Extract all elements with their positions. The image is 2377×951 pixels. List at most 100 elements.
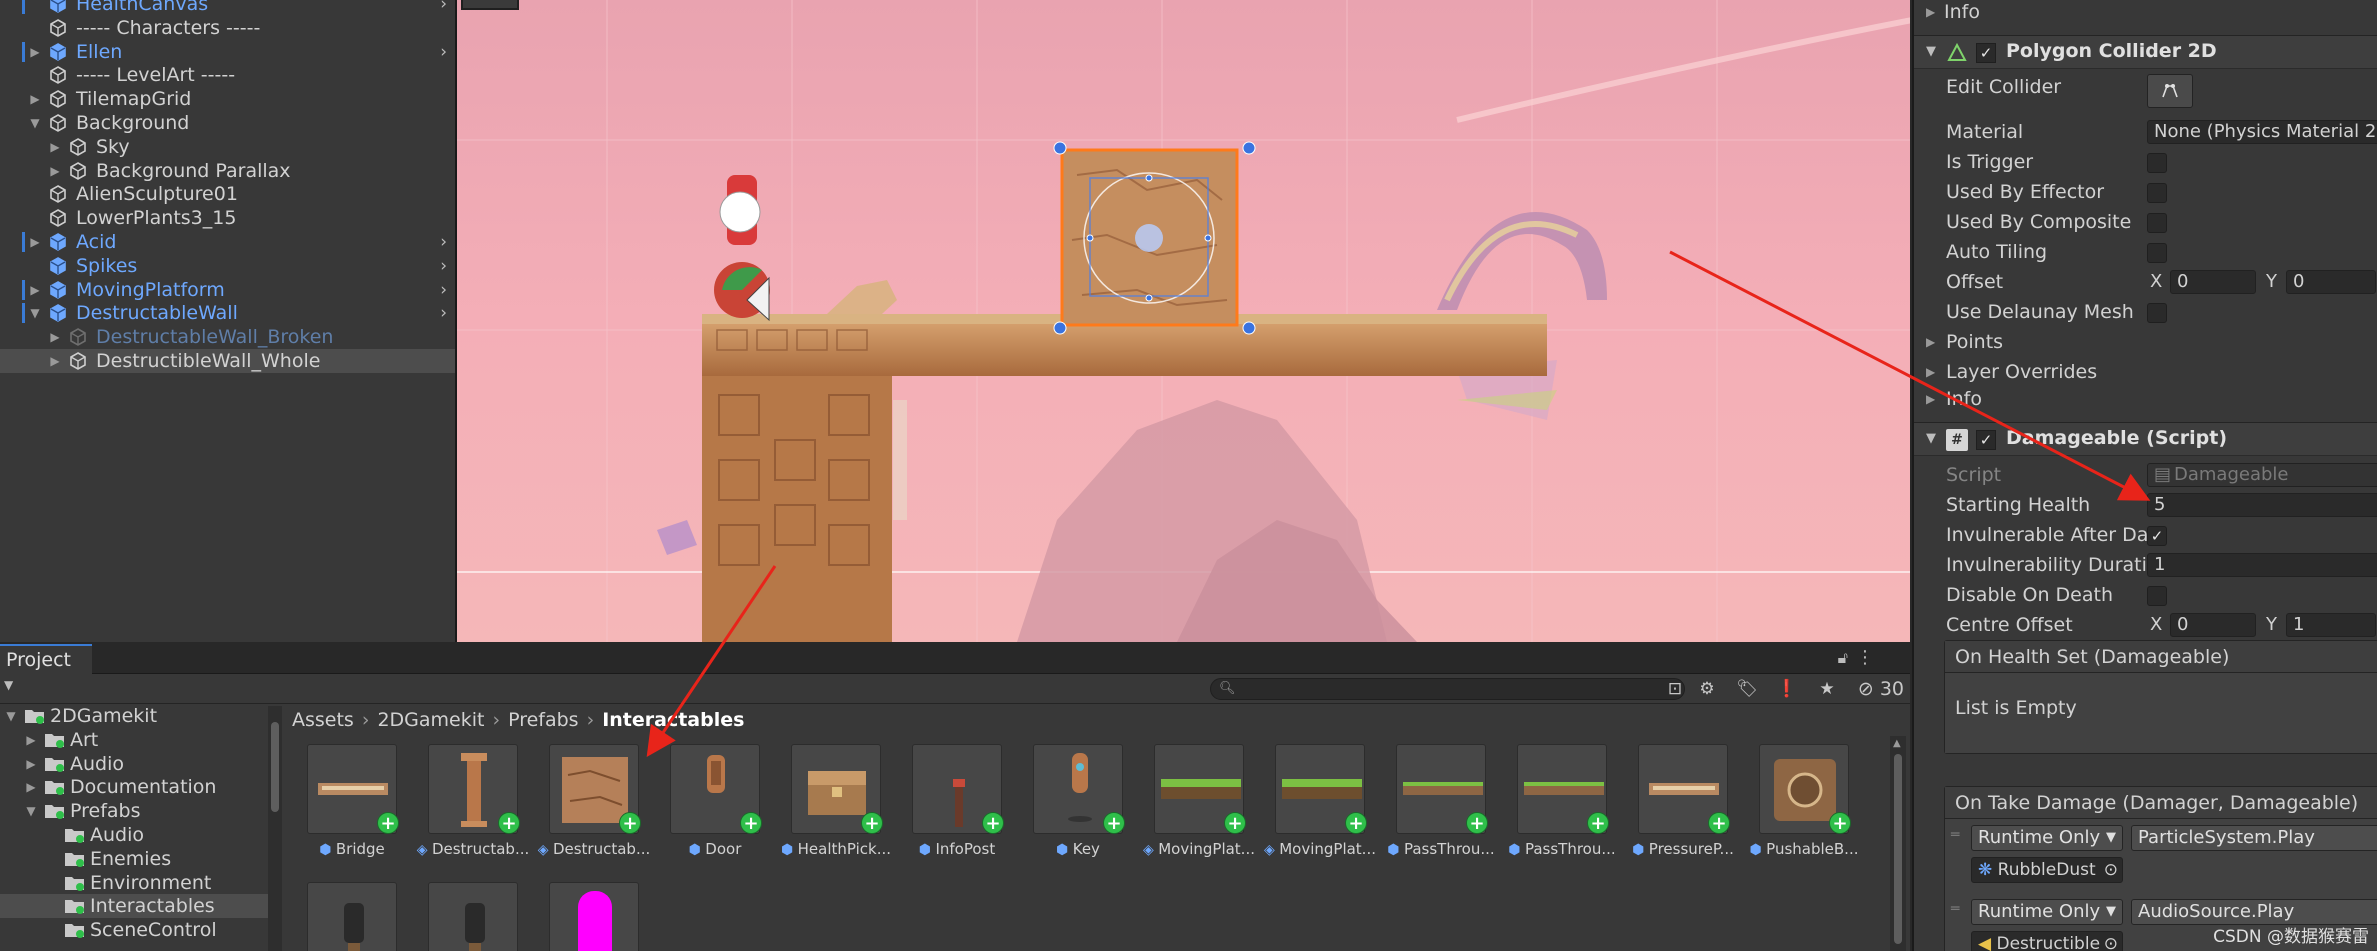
hierarchy-item[interactable]: Spikes › xyxy=(0,254,455,278)
invulnerable-checkbox[interactable]: ✓ xyxy=(2147,526,2167,546)
expand-arrow-icon[interactable]: ▶ xyxy=(28,230,42,254)
asset-tile[interactable]: + ⬢ PassThrou... xyxy=(1497,738,1616,858)
expand-arrow-icon[interactable]: ▼ xyxy=(28,301,42,325)
invulnerability-duration-field[interactable]: 1 xyxy=(2147,553,2377,577)
drag-handle-icon[interactable]: ═ xyxy=(1951,901,1959,917)
chevron-right-icon[interactable]: › xyxy=(440,230,447,254)
hierarchy-item[interactable]: ▶ MovingPlatform › xyxy=(0,278,455,302)
search-box[interactable]: 🔍︎ xyxy=(1210,678,1685,700)
hierarchy-item[interactable]: ▶ TilemapGrid xyxy=(0,87,455,111)
info-foldout-top[interactable]: ▶ Info xyxy=(1914,0,2377,27)
asset-grid-scrollbar[interactable]: ▲ xyxy=(1890,736,1906,951)
use-delaunay-checkbox[interactable] xyxy=(2147,303,2167,323)
lock-icon[interactable]: 🔓︎ xyxy=(1838,648,1848,668)
asset-tile[interactable]: + ◈ Destructab... xyxy=(529,738,650,858)
hierarchy-item[interactable]: ▶ DestructibleWall_Whole xyxy=(0,349,455,373)
asset-tile[interactable]: + ⬢ Bridge xyxy=(292,738,399,858)
folder-tree-item[interactable]: ▼ Prefabs xyxy=(0,799,268,823)
hierarchy-item[interactable]: ▶ Ellen › xyxy=(0,40,455,64)
breadcrumb-item[interactable]: Assets xyxy=(292,709,354,731)
scene-toolbar-stub[interactable] xyxy=(461,0,519,10)
layer-overrides-foldout[interactable]: ▶ Layer Overrides xyxy=(1914,357,2377,387)
asset-tile[interactable]: + ⬢ Key xyxy=(1013,738,1125,858)
object-field-2[interactable]: ◀ Destructible ⊙ xyxy=(1971,931,2123,951)
points-foldout[interactable]: ▶ Points xyxy=(1914,327,2377,357)
folder-tree-item[interactable]: Interactables xyxy=(0,894,268,919)
polygon-collider-header[interactable]: ▼ ✓ Polygon Collider 2D xyxy=(1914,35,2377,69)
asset-tile[interactable] xyxy=(408,874,518,951)
expand-arrow-icon[interactable]: ▶ xyxy=(48,349,62,373)
expand-arrow-icon[interactable]: ▶ xyxy=(28,278,42,302)
asset-tile[interactable]: + ⬢ PushableB... xyxy=(1739,738,1859,858)
folder-tree-item[interactable]: Audio xyxy=(0,823,268,847)
hierarchy-item[interactable]: ▶ DestructableWall_Broken xyxy=(0,325,455,349)
material-field[interactable]: None (Physics Material 2D) xyxy=(2147,120,2377,144)
asset-tile[interactable]: + ⬢ PassThrou... xyxy=(1376,738,1495,858)
scroll-up-icon[interactable]: ▲ xyxy=(1893,738,1901,749)
scene-view[interactable] xyxy=(455,0,1910,642)
asset-tile[interactable]: + ◈ Destructab... xyxy=(408,738,529,858)
expand-arrow-icon[interactable]: ▶ xyxy=(48,159,62,183)
edit-collider-button[interactable] xyxy=(2147,74,2193,108)
breadcrumb-item[interactable]: 2DGamekit xyxy=(377,709,484,731)
expand-arrow-icon[interactable]: ▼ xyxy=(24,799,38,823)
folder-tree-item[interactable]: ▶ Art xyxy=(0,728,268,752)
hierarchy-item[interactable]: ▶ Background Parallax xyxy=(0,159,455,183)
folder-tree-item[interactable]: ▶ Audio xyxy=(0,752,268,776)
is-trigger-checkbox[interactable] xyxy=(2147,153,2167,173)
hierarchy-item[interactable]: LowerPlants3_15 xyxy=(0,206,455,230)
asset-tile[interactable] xyxy=(529,874,639,951)
folder-tree-item[interactable]: ▶ Documentation xyxy=(0,775,268,799)
expand-arrow-icon[interactable]: ▼ xyxy=(28,111,42,135)
damageable-header[interactable]: ▼ # ✓ Damageable (Script) xyxy=(1914,422,2377,456)
hidden-packages-count[interactable]: ⊘ 30 xyxy=(1858,677,1904,701)
asset-tile[interactable]: + ⬢ InfoPost xyxy=(892,738,1004,858)
object-field-1[interactable]: ❋ RubbleDust ⊙ xyxy=(1971,857,2123,883)
search-scope-icon[interactable]: ⊡ xyxy=(1662,677,1688,701)
chevron-right-icon[interactable]: › xyxy=(440,278,447,302)
chevron-right-icon[interactable]: › xyxy=(440,254,447,278)
scroll-thumb[interactable] xyxy=(1894,754,1902,944)
drag-handle-icon[interactable]: ═ xyxy=(1951,827,1959,843)
disable-on-death-checkbox[interactable] xyxy=(2147,586,2167,606)
expand-arrow-icon[interactable]: ▶ xyxy=(28,40,42,64)
breadcrumb-item[interactable]: Interactables xyxy=(602,709,744,731)
folder-tree-item[interactable]: Environment xyxy=(0,871,268,895)
expand-arrow-icon[interactable]: ▶ xyxy=(28,87,42,111)
runtime-dropdown-2[interactable]: Runtime Only ▼ xyxy=(1971,899,2123,925)
project-tab[interactable]: Project xyxy=(0,644,92,674)
hierarchy-item[interactable]: ▼ DestructableWall › xyxy=(0,301,455,325)
info-foldout[interactable]: ▶ Info xyxy=(1914,384,2377,414)
create-dropdown-icon[interactable]: ▼ xyxy=(4,678,13,692)
chevron-right-icon[interactable]: › xyxy=(440,40,447,64)
hierarchy-item[interactable]: ▼ Background xyxy=(0,111,455,135)
folder-tree-item[interactable]: SceneControl xyxy=(0,918,268,942)
centre-offset-x-field[interactable]: 0 xyxy=(2170,613,2256,637)
function-dropdown-1[interactable]: ParticleSystem.Play xyxy=(2131,825,2377,851)
filter-by-label-icon[interactable]: 🏷︎ xyxy=(1734,677,1760,701)
component-enabled-checkbox[interactable]: ✓ xyxy=(1976,43,1996,63)
hierarchy-item[interactable]: ----- LevelArt ----- xyxy=(0,63,455,87)
kebab-menu-icon[interactable]: ⋮ xyxy=(1856,647,1874,668)
asset-tile[interactable]: + ⬢ HealthPick... xyxy=(771,738,891,858)
folder-tree-item[interactable]: Enemies xyxy=(0,847,268,871)
hierarchy-item[interactable]: AlienSculpture01 xyxy=(0,182,455,206)
search-input[interactable] xyxy=(1237,680,1657,698)
hierarchy-item[interactable]: ▶ Acid › xyxy=(0,230,455,254)
object-picker-icon[interactable]: ⊙ xyxy=(2104,858,2118,882)
centre-offset-y-field[interactable]: 1 xyxy=(2286,613,2376,637)
component-enabled-checkbox[interactable]: ✓ xyxy=(1976,430,1996,450)
asset-tile[interactable]: + ⬢ PressureP... xyxy=(1618,738,1734,858)
foldout-arrow-icon[interactable]: ▼ xyxy=(1926,431,1936,446)
folder-tree-scrollbar[interactable] xyxy=(268,706,282,951)
expand-arrow-icon[interactable]: ▼ xyxy=(4,706,18,728)
runtime-dropdown-1[interactable]: Runtime Only ▼ xyxy=(1971,825,2123,851)
asset-tile[interactable] xyxy=(292,874,397,951)
asset-tile[interactable]: + ⬢ Door xyxy=(650,738,762,858)
breadcrumb-item[interactable]: Prefabs xyxy=(508,709,579,731)
hierarchy-item[interactable]: ----- Characters ----- xyxy=(0,16,455,40)
chevron-right-icon[interactable]: › xyxy=(440,0,447,16)
expand-arrow-icon[interactable]: ▶ xyxy=(24,752,38,776)
asset-tile[interactable]: + ◈ MovingPlat... xyxy=(1255,738,1376,858)
expand-arrow-icon[interactable]: ▶ xyxy=(24,728,38,752)
